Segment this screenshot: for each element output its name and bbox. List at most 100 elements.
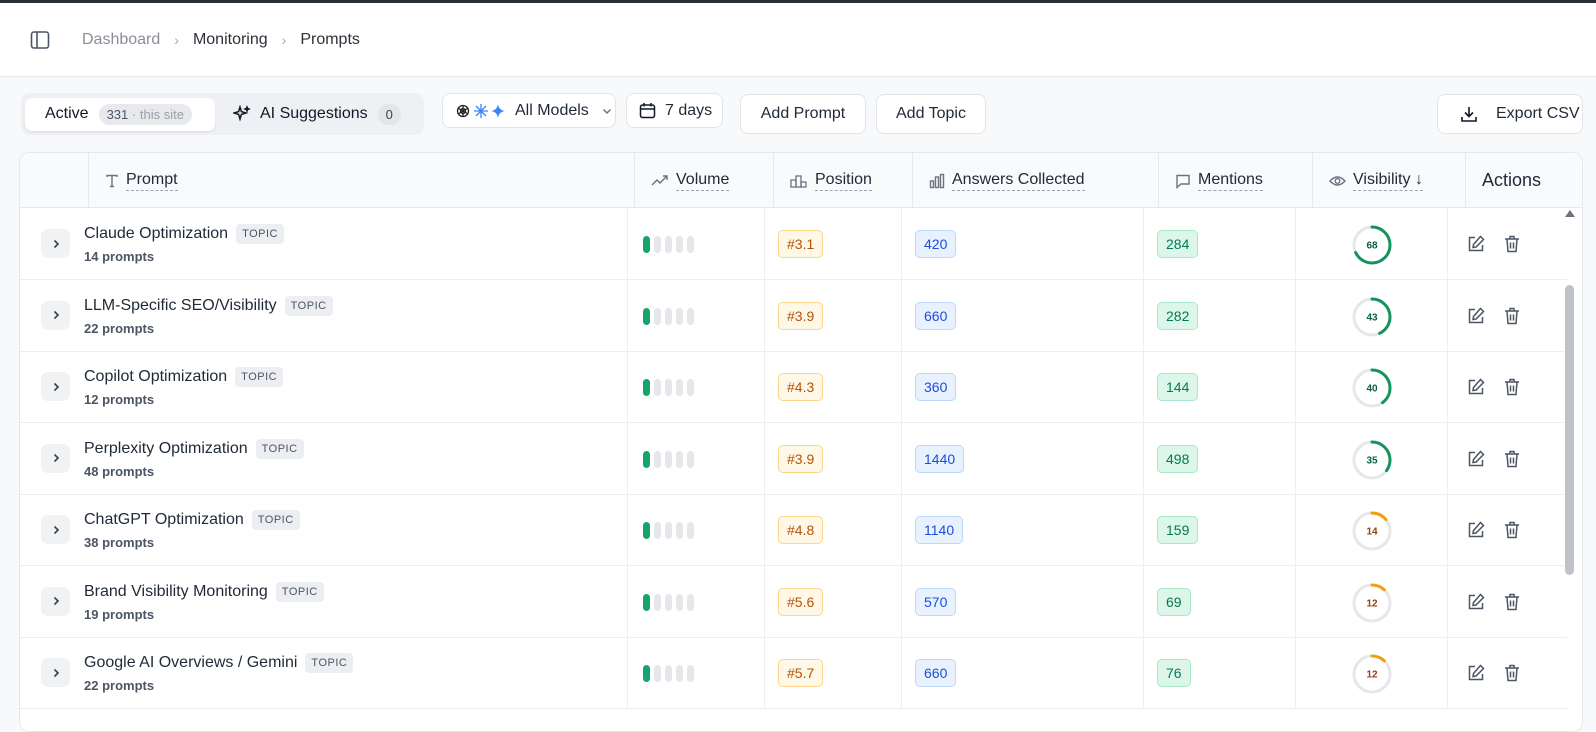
volume-bar <box>665 450 672 468</box>
column-header-mentions[interactable]: Mentions <box>1158 153 1312 208</box>
expand-row-button[interactable] <box>41 586 70 616</box>
edit-icon[interactable] <box>1466 449 1486 469</box>
bar-chart-icon <box>929 173 945 188</box>
topic-badge: TOPIC <box>236 224 284 244</box>
column-header-position[interactable]: Position <box>773 153 912 208</box>
expand-row-button[interactable] <box>41 372 70 401</box>
breadcrumb-separator-icon: › <box>174 31 179 48</box>
models-dropdown[interactable]: All Models <box>442 93 616 128</box>
add-topic-button[interactable]: Add Topic <box>876 94 986 134</box>
expand-row-button[interactable] <box>41 515 70 544</box>
volume-bar <box>665 307 672 325</box>
prompt-topic-name[interactable]: LLM-Specific SEO/Visibility TOPIC <box>84 295 333 316</box>
delete-icon[interactable] <box>1502 663 1522 683</box>
volume-bar <box>643 450 650 468</box>
edit-icon[interactable] <box>1466 592 1486 612</box>
delete-icon[interactable] <box>1502 234 1522 254</box>
column-header-volume[interactable]: Volume <box>634 153 773 208</box>
edit-icon[interactable] <box>1466 234 1486 254</box>
answers-badge: 1440 <box>915 444 965 473</box>
volume-cell <box>627 494 764 566</box>
answers-badge: 360 <box>915 373 957 401</box>
visibility-ring: 35 <box>1352 440 1392 479</box>
edit-icon[interactable] <box>1466 663 1486 683</box>
table-row[interactable]: Perplexity Optimization TOPIC 48 prompts #3… <box>20 422 1567 495</box>
edit-icon[interactable] <box>1466 306 1486 326</box>
visibility-cell: 35 <box>1295 422 1447 495</box>
volume-bar <box>654 379 661 396</box>
table-row[interactable]: Claude Optimization TOPIC 14 prompts #3.1 42… <box>20 208 1567 280</box>
edit-icon[interactable] <box>1466 520 1486 540</box>
status-tabs: Active 331 · this site AI Suggestions 0 <box>21 93 424 135</box>
topic-badge: TOPIC <box>251 510 300 530</box>
gemini-logo-icon <box>491 103 505 118</box>
answers-cell: 360 <box>901 351 1143 423</box>
date-range-button[interactable]: 7 days <box>626 93 723 128</box>
prompt-topic-name[interactable]: Copilot Optimization TOPIC <box>84 367 284 387</box>
mentions-badge: 284 <box>1157 230 1199 258</box>
volume-cell <box>627 637 764 709</box>
column-header-answers[interactable]: Answers Collected <box>912 153 1158 208</box>
answers-badge: 660 <box>915 301 957 330</box>
column-label-prompt: Prompt <box>126 171 178 191</box>
volume-cell <box>627 422 764 495</box>
tab-ai-suggestions[interactable]: AI Suggestions 0 <box>215 103 401 125</box>
column-label-position: Position <box>815 171 872 191</box>
table-row[interactable]: Google AI Overviews / Gemini TOPIC 22 prom… <box>20 637 1567 709</box>
prompt-topic-name[interactable]: Google AI Overviews / Gemini TOPIC <box>84 653 354 673</box>
delete-icon[interactable] <box>1502 592 1522 612</box>
delete-icon[interactable] <box>1502 377 1522 397</box>
volume-bar <box>654 593 661 611</box>
column-header-prompt[interactable]: Prompt <box>88 153 634 208</box>
volume-bar <box>687 379 694 396</box>
position-badge: #5.7 <box>778 659 824 687</box>
expand-row-button[interactable] <box>41 300 70 330</box>
volume-cell <box>627 565 764 638</box>
table-row[interactable]: Copilot Optimization TOPIC 12 prompts #4.3 3… <box>20 351 1567 423</box>
volume-indicator <box>643 593 694 611</box>
prompt-count: 22 prompts <box>84 678 155 693</box>
export-csv-button[interactable]: Export CSV <box>1437 94 1583 134</box>
column-header-visibility[interactable]: Visibility ↓ <box>1312 153 1465 208</box>
chevron-right-icon <box>53 310 59 320</box>
delete-icon[interactable] <box>1502 306 1522 326</box>
breadcrumb-dashboard[interactable]: Dashboard <box>82 31 160 49</box>
expand-row-button[interactable] <box>41 658 70 687</box>
table-row[interactable]: LLM-Specific SEO/Visibility TOPIC 22 promp… <box>20 279 1567 352</box>
volume-bar <box>665 522 672 539</box>
mentions-badge: 144 <box>1157 373 1199 401</box>
sidebar-toggle-icon[interactable] <box>28 28 52 52</box>
tab-active[interactable]: Active 331 · this site <box>25 97 215 131</box>
chevron-down-icon <box>601 105 613 117</box>
prompt-topic-name[interactable]: ChatGPT Optimization TOPIC <box>84 510 300 530</box>
scroll-up-arrow-icon[interactable] <box>1565 210 1575 217</box>
volume-bar <box>643 593 650 611</box>
prompt-topic-name[interactable]: Brand Visibility Monitoring TOPIC <box>84 581 324 602</box>
delete-icon[interactable] <box>1502 520 1522 540</box>
breadcrumb-monitoring[interactable]: Monitoring <box>193 31 268 49</box>
ai-suggestions-count: 0 <box>377 103 401 125</box>
table-row[interactable]: Brand Visibility Monitoring TOPIC 19 promp… <box>20 565 1567 638</box>
active-count: 331 <box>106 106 129 122</box>
edit-icon[interactable] <box>1466 377 1486 397</box>
visibility-value: 35 <box>1366 455 1378 466</box>
visibility-value: 12 <box>1366 670 1378 681</box>
prompts-table: Prompt Volume Position Answers Collected… <box>19 152 1583 732</box>
delete-icon[interactable] <box>1502 449 1522 469</box>
prompt-topic-name[interactable]: Claude Optimization TOPIC <box>84 224 284 244</box>
expand-row-button[interactable] <box>41 443 70 473</box>
add-prompt-button[interactable]: Add Prompt <box>740 94 866 134</box>
volume-bar <box>676 236 683 253</box>
position-cell: #5.7 <box>764 637 901 709</box>
visibility-cell: 43 <box>1295 279 1447 352</box>
volume-bar <box>687 665 694 682</box>
prompt-topic-name[interactable]: Perplexity Optimization TOPIC <box>84 438 304 459</box>
visibility-ring: 14 <box>1352 511 1392 551</box>
breadcrumb-separator-icon: › <box>281 31 287 48</box>
visibility-ring: 68 <box>1352 225 1392 265</box>
volume-bar <box>676 450 683 468</box>
table-row[interactable]: ChatGPT Optimization TOPIC 38 prompts #4.8 1… <box>20 494 1567 566</box>
scrollbar-thumb[interactable] <box>1565 285 1574 575</box>
volume-bar <box>665 236 672 253</box>
expand-row-button[interactable] <box>41 229 70 258</box>
